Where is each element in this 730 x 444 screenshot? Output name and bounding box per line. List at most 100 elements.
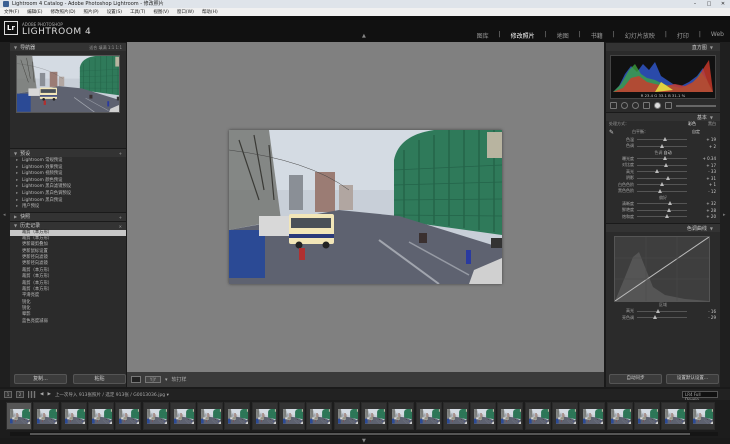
slider-knob[interactable] [662, 137, 667, 142]
page-2-button[interactable]: 2 [16, 391, 24, 398]
module-library[interactable]: 图库 [477, 31, 489, 40]
history-item[interactable]: 蓝色亮度减弱 [10, 319, 126, 325]
filmstrip-thumbnail[interactable] [279, 402, 305, 430]
menu-develop[interactable]: 修改照片(D) [50, 9, 75, 15]
navigator-preview[interactable] [16, 55, 120, 113]
forward-arrow-icon[interactable]: ▶ [47, 392, 50, 397]
main-photo[interactable] [229, 130, 502, 284]
filmstrip-thumbnail[interactable] [415, 402, 442, 430]
slider-track[interactable] [637, 175, 687, 180]
filmstrip-thumbnail[interactable] [197, 402, 224, 430]
filmstrip-thumbnail[interactable] [661, 402, 688, 430]
menu-file[interactable]: 文件(F) [4, 9, 19, 15]
filmstrip-thumbnail[interactable] [60, 402, 87, 430]
left-panel-edge[interactable]: ◂ [0, 42, 10, 387]
filmstrip-thumbnail[interactable] [579, 402, 606, 430]
preset-folder[interactable]: Lightroom 视频预设 [10, 171, 126, 178]
module-book[interactable]: 书籍 [591, 31, 603, 40]
slider-value[interactable]: + 20 [706, 214, 716, 219]
slider-knob[interactable] [664, 162, 668, 167]
slider-knob[interactable] [660, 182, 664, 187]
snapshots-header[interactable]: ▶ 快照 + [10, 211, 126, 221]
slider-value[interactable]: - 29 [708, 315, 716, 320]
preset-folder[interactable]: Lightroom 常规预设 [10, 158, 126, 165]
before-after-icon[interactable]: Y|Y [145, 376, 161, 383]
filmstrip-thumbnail[interactable] [388, 402, 415, 430]
slider-track[interactable] [637, 188, 687, 193]
slider-track[interactable] [637, 143, 687, 148]
filmstrip-source[interactable]: 上一次导入 913张照片 / 选定 913张 / G0013036.jpg ▾ [55, 392, 169, 398]
filmstrip-thumbnail[interactable] [306, 402, 333, 430]
scrollbar-thumb[interactable] [30, 433, 690, 435]
slider-value[interactable]: + 32 [706, 201, 716, 206]
slider-knob[interactable] [653, 315, 657, 320]
slider-value[interactable]: - 33 [708, 169, 716, 174]
filmstrip-thumbnail[interactable] [633, 402, 660, 430]
slider-value[interactable]: + 28 [706, 208, 716, 213]
menu-help[interactable]: 帮助(H) [202, 9, 218, 15]
menu-edit[interactable]: 编辑(E) [27, 9, 42, 15]
filmstrip-thumbnail[interactable] [87, 402, 114, 430]
grid-view-icon[interactable] [28, 391, 36, 398]
slider-track[interactable] [637, 308, 687, 313]
slider-knob[interactable] [660, 143, 664, 148]
softproof-checkbox-icon[interactable]: ▾ [165, 377, 168, 383]
slider-knob[interactable] [667, 201, 672, 206]
close-button[interactable]: ✕ [718, 0, 728, 8]
slider-knob[interactable] [665, 214, 669, 219]
softproof-label[interactable]: 软打样 [172, 376, 187, 383]
right-arrow-icon[interactable]: ▸ [723, 212, 726, 218]
filmstrip-thumbnail[interactable] [470, 402, 497, 430]
menu-view[interactable]: 视图(V) [153, 9, 169, 15]
menu-tools[interactable]: 工具(T) [130, 9, 145, 15]
navigator-zoom-modes[interactable]: 适合 填满 1:1 1:1 [89, 45, 122, 51]
sync-button[interactable]: 自动同步 [609, 374, 662, 384]
right-panel-edge[interactable]: ▸ [720, 42, 730, 387]
filmstrip-thumbnail[interactable] [688, 402, 715, 430]
basic-header[interactable]: 基本 ▼ [606, 112, 720, 121]
filmstrip-thumbnail[interactable] [606, 402, 633, 430]
slider-track[interactable] [637, 207, 687, 212]
add-snapshot-icon[interactable]: + [119, 215, 122, 220]
slider-knob[interactable] [658, 188, 662, 193]
filmstrip-thumbnail[interactable] [115, 402, 142, 430]
loupe-view-icon[interactable] [131, 376, 141, 383]
collapse-top-icon[interactable]: ▲ [362, 33, 366, 39]
auto-tone-button[interactable]: 自动 [664, 150, 672, 155]
tone-curve-graph[interactable] [614, 236, 710, 302]
copy-button[interactable]: 复制... [14, 374, 67, 384]
filmstrip-thumbnail[interactable] [251, 402, 278, 430]
filmstrip-thumbnail[interactable] [442, 402, 469, 430]
graduated-filter-icon[interactable] [643, 102, 650, 109]
slider-track[interactable] [637, 182, 687, 187]
left-arrow-icon[interactable]: ◂ [3, 212, 6, 218]
slider-track[interactable] [637, 162, 687, 167]
menu-window[interactable]: 窗口(W) [177, 9, 194, 15]
slider-value[interactable]: + 31 [706, 176, 716, 181]
radial-filter-icon[interactable] [654, 102, 661, 109]
paste-button[interactable]: 粘贴 [73, 374, 126, 384]
module-web[interactable]: Web [711, 31, 724, 40]
slider-track[interactable] [637, 156, 687, 161]
add-preset-icon[interactable]: + [119, 151, 122, 156]
filmstrip-thumbnail[interactable] [142, 402, 169, 430]
treatment-bw[interactable]: 黑白 [708, 121, 716, 127]
slider-knob[interactable] [655, 169, 659, 174]
redeye-icon[interactable] [632, 102, 639, 109]
module-develop[interactable]: 修改照片 [511, 31, 535, 40]
slider-value[interactable]: - 12 [708, 189, 716, 194]
menu-settings[interactable]: 设置(S) [107, 9, 122, 15]
slider-track[interactable] [637, 137, 687, 142]
slider-track[interactable] [637, 315, 687, 320]
module-print[interactable]: 打印 [677, 31, 689, 40]
collapse-bottom-icon[interactable]: ▼ [362, 438, 366, 444]
slider-track[interactable] [637, 214, 687, 219]
treatment-color[interactable]: 彩色 [688, 121, 696, 127]
filmstrip-scrollbar[interactable] [10, 432, 718, 436]
maximize-button[interactable]: □ [704, 0, 714, 8]
menu-photo[interactable]: 照片(P) [83, 9, 98, 15]
slider-knob[interactable] [666, 175, 670, 180]
page-1-button[interactable]: 1 [4, 391, 12, 398]
preset-folder[interactable]: Lightroom 黑白滤镜预设 [10, 184, 126, 191]
filmstrip-thumbnail[interactable] [497, 402, 524, 430]
